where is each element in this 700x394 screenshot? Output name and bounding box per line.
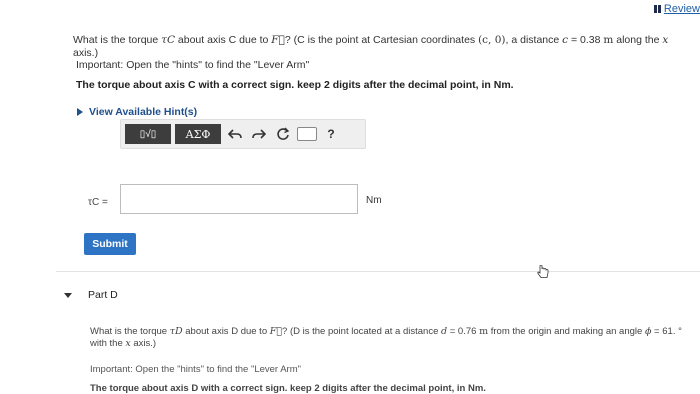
keyboard-icon[interactable] xyxy=(297,124,317,144)
task-instruction: The torque about axis C with a correct s… xyxy=(76,79,514,91)
help-button[interactable]: ? xyxy=(321,124,341,144)
math-toolbar: ▯√▯ ΑΣΦ ? xyxy=(120,119,366,149)
pointer-cursor-icon xyxy=(537,265,549,278)
review-link[interactable]: Review xyxy=(653,3,700,15)
answer-label: τC = xyxy=(88,197,108,208)
part-d-important-note: Important: Open the "hints" to find the … xyxy=(90,364,301,375)
caret-down-icon xyxy=(64,292,72,298)
redo-icon[interactable] xyxy=(249,124,269,144)
undo-icon[interactable] xyxy=(225,124,245,144)
part-d-question: What is the torque τD about axis D due t… xyxy=(90,326,682,349)
view-hints-label: View Available Hint(s) xyxy=(89,106,198,118)
review-label: Review xyxy=(663,3,700,15)
review-icon xyxy=(653,5,661,13)
templates-button[interactable]: ▯√▯ xyxy=(125,124,171,144)
view-hints-link[interactable]: View Available Hint(s) xyxy=(77,106,197,118)
reset-icon[interactable] xyxy=(273,124,293,144)
part-d-task-instruction: The torque about axis D with a correct s… xyxy=(90,383,486,394)
caret-right-icon xyxy=(77,108,83,116)
greek-symbols-button[interactable]: ΑΣΦ xyxy=(175,124,221,144)
answer-unit: Nm xyxy=(366,195,382,206)
answer-input[interactable] xyxy=(120,184,358,214)
part-d-header[interactable]: Part D xyxy=(64,289,118,301)
part-c-question: What is the torque τC about axis C due t… xyxy=(73,34,669,59)
part-d-title: Part D xyxy=(88,289,118,301)
important-note: Important: Open the "hints" to find the … xyxy=(76,59,310,71)
section-divider xyxy=(56,271,700,272)
submit-button[interactable]: Submit xyxy=(84,233,136,255)
